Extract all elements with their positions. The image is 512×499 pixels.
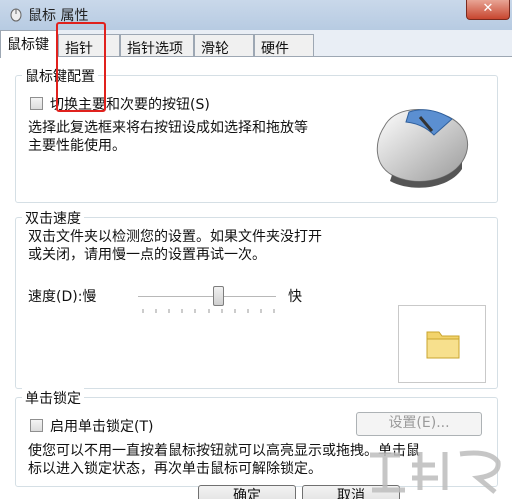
switch-buttons-label: 切换主要和次要的按钮(S) [50, 97, 210, 113]
tab-panel: 鼠标键配置 切换主要和次要的按钮(S) 选择此复选框来将右按钮设成如选择和拖放等… [0, 56, 512, 499]
button-config-title: 鼠标键配置 [22, 66, 98, 86]
mouse-icon [10, 8, 22, 22]
click-lock-desc-2: 标以进入锁定状态，再次单击鼠标可解除锁定。 [28, 461, 322, 477]
tab-pointers[interactable]: 指针 [58, 34, 120, 57]
settings-button[interactable]: 设置(E)... [356, 412, 482, 436]
click-lock-checkbox[interactable] [30, 419, 43, 432]
click-lock-label: 启用单击锁定(T) [50, 419, 154, 435]
close-button[interactable]: ✕ [466, 0, 510, 20]
double-click-desc-2: 或关闭，请用慢一点的设置再试一次。 [28, 247, 266, 263]
tab-hardware[interactable]: 硬件 [254, 34, 314, 57]
button-config-desc-1: 选择此复选框来将右按钮设成如选择和拖放等 [28, 120, 308, 136]
window-title: 鼠标 属性 [28, 8, 89, 24]
double-click-desc-1: 双击文件夹以检测您的设置。如果文件夹没打开 [28, 229, 322, 245]
double-click-title: 双击速度 [22, 208, 84, 228]
folder-icon [426, 331, 460, 359]
tab-bar: 鼠标键 指针 指针选项 滑轮 硬件 [0, 30, 512, 58]
tab-wheel[interactable]: 滑轮 [194, 34, 254, 57]
speed-label: 速度(D):慢 [28, 289, 97, 305]
speed-slider-thumb[interactable] [213, 286, 224, 306]
speed-slider-track[interactable] [138, 296, 276, 298]
title-bar: 鼠标 属性 ✕ [0, 0, 512, 30]
test-folder[interactable] [398, 305, 486, 383]
mouse-illustration-icon [376, 109, 469, 188]
switch-buttons-checkbox[interactable] [30, 97, 43, 110]
tab-pointer-options[interactable]: 指针选项 [120, 34, 194, 57]
ok-button[interactable]: 确定 [198, 485, 296, 499]
tab-mouse-buttons[interactable]: 鼠标键 [0, 30, 58, 58]
fast-label: 快 [288, 289, 302, 305]
click-lock-title: 单击锁定 [22, 388, 84, 408]
button-config-desc-2: 主要性能使用。 [28, 138, 126, 154]
slider-ticks [142, 309, 275, 313]
watermark-logo [370, 450, 501, 494]
